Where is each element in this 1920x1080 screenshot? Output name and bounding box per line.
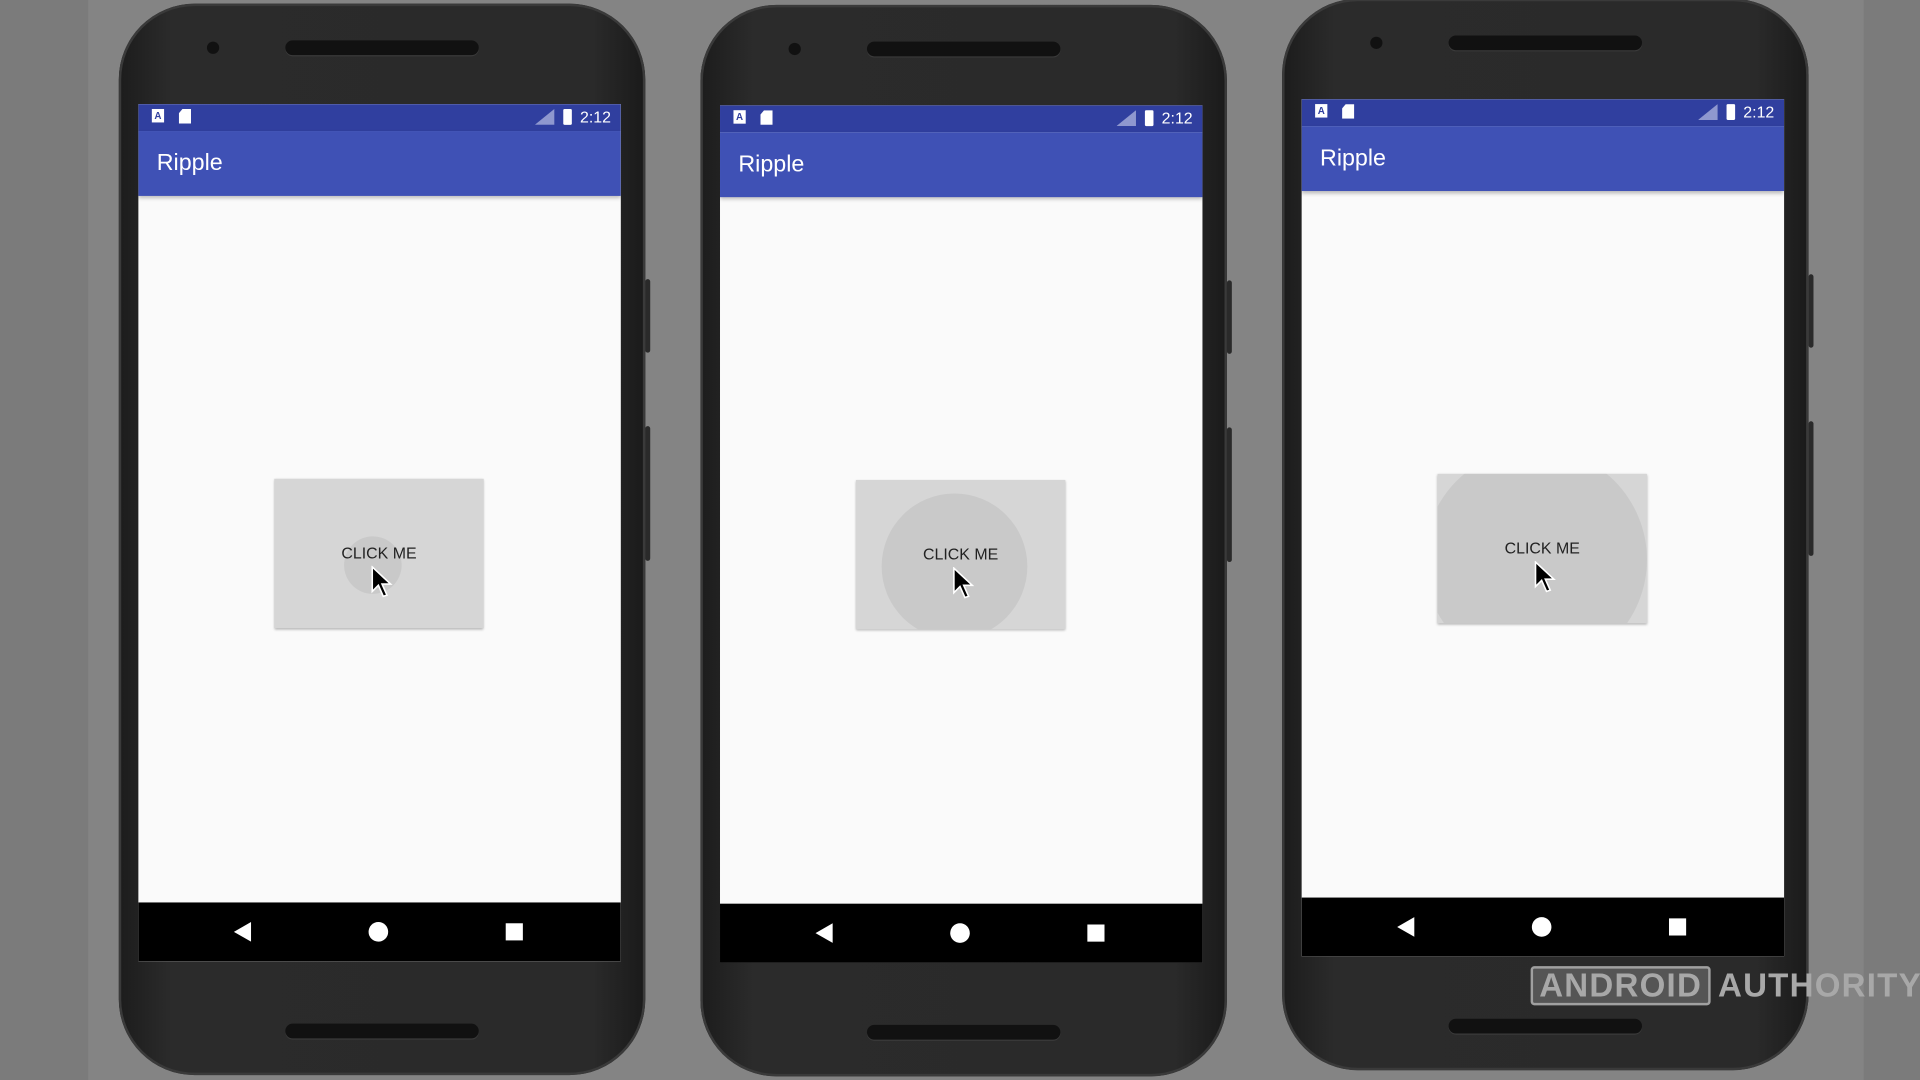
sd-card-icon (178, 108, 192, 124)
click-me-label: CLICK ME (341, 543, 417, 563)
stage: A LTE 2:12 Ripple CLICK ME A LTE 2:12 Ri… (0, 0, 1920, 1080)
battery-icon (1726, 104, 1735, 121)
status-time: 2:12 (1743, 102, 1775, 122)
phone-frame: A LTE 2:12 Ripple CLICK ME (700, 4, 1232, 1077)
battery-icon (562, 108, 572, 125)
navigation-bar (138, 902, 621, 962)
mouse-cursor-icon (371, 565, 393, 598)
home-icon[interactable] (368, 922, 389, 942)
a-notification-icon: A (733, 110, 746, 124)
watermark-logo: ANDROID AUTHORITY (1530, 966, 1920, 1006)
home-icon[interactable] (950, 923, 970, 943)
status-bar: A LTE 2:12 (720, 105, 1203, 133)
back-icon[interactable] (1397, 917, 1415, 937)
bottom-speaker (1448, 1018, 1643, 1034)
top-speaker (285, 40, 479, 56)
phone-frame: A LTE 2:12 Ripple CLICK ME (118, 3, 651, 1076)
network-label: LTE (1693, 100, 1709, 109)
bottom-speaker (285, 1023, 479, 1039)
bottom-speaker (866, 1024, 1061, 1040)
app-toolbar: Ripple (720, 132, 1203, 198)
back-icon[interactable] (233, 922, 252, 942)
lte-signal-icon: LTE (1116, 110, 1136, 127)
volume-button[interactable] (1808, 421, 1814, 556)
navigation-bar (720, 903, 1203, 963)
app-title: Ripple (156, 150, 223, 177)
phone-frame: A LTE 2:12 Ripple CLICK ME (1282, 0, 1814, 1071)
power-button[interactable] (1808, 274, 1814, 348)
phone-screen: A LTE 2:12 Ripple CLICK ME (1301, 99, 1785, 957)
watermark-part2: AUTHORITY (1717, 966, 1920, 1004)
a-notification-icon: A (1315, 104, 1328, 118)
mouse-cursor-icon (953, 566, 975, 599)
lte-signal-icon: LTE (534, 108, 555, 125)
app-title: Ripple (1320, 145, 1386, 172)
home-icon[interactable] (1531, 917, 1552, 937)
status-time: 2:12 (580, 107, 612, 127)
front-camera (788, 42, 801, 56)
click-me-button[interactable]: CLICK ME (1437, 473, 1647, 624)
phone-screen: A LTE 2:12 Ripple CLICK ME (720, 105, 1203, 963)
status-time: 2:12 (1161, 108, 1193, 128)
power-button[interactable] (1226, 280, 1232, 354)
sd-card-icon (760, 110, 773, 125)
app-title: Ripple (738, 151, 805, 178)
power-button[interactable] (645, 279, 651, 353)
battery-icon (1144, 110, 1154, 127)
front-camera (1370, 36, 1383, 49)
recents-icon[interactable] (1668, 918, 1687, 936)
click-me-label: CLICK ME (923, 544, 999, 564)
top-speaker (866, 41, 1061, 57)
navigation-bar (1301, 897, 1785, 957)
app-toolbar: Ripple (138, 131, 621, 196)
front-camera (206, 41, 220, 54)
watermark-part1: ANDROID (1530, 966, 1711, 1006)
mouse-cursor-icon (1534, 560, 1556, 593)
app-toolbar: Ripple (1301, 126, 1785, 192)
top-speaker (1448, 35, 1643, 51)
click-me-label: CLICK ME (1504, 538, 1580, 558)
a-notification-icon: A (151, 108, 165, 123)
status-bar: A LTE 2:12 (1301, 99, 1785, 127)
click-me-button[interactable]: CLICK ME (274, 478, 484, 629)
recents-icon[interactable] (1087, 924, 1105, 942)
status-bar: A LTE 2:12 (138, 104, 621, 132)
back-icon[interactable] (815, 923, 833, 943)
click-me-button[interactable]: CLICK ME (855, 480, 1066, 630)
volume-button[interactable] (645, 426, 651, 561)
phone-screen: A LTE 2:12 Ripple CLICK ME (138, 104, 621, 962)
lte-signal-icon: LTE (1697, 104, 1718, 121)
sd-card-icon (1342, 104, 1355, 119)
network-label: LTE (1111, 106, 1128, 116)
recents-icon[interactable] (505, 923, 523, 941)
network-label: LTE (529, 105, 546, 114)
volume-button[interactable] (1226, 427, 1232, 563)
